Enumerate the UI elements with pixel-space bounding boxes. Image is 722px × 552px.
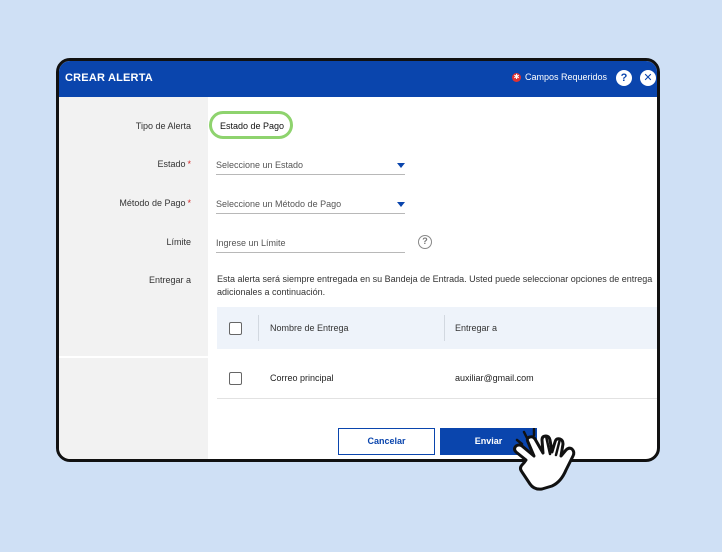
table-header: Nombre de Entrega Entregar a: [217, 307, 657, 349]
dialog-header: CREAR ALERTA ✱ Campos Requeridos ? ✕: [59, 61, 657, 97]
create-alert-dialog: CREAR ALERTA ✱ Campos Requeridos ? ✕ Tip…: [56, 58, 660, 462]
limit-input[interactable]: Ingrese un Límite: [216, 235, 405, 253]
payment-method-label-text: Método de Pago: [119, 198, 186, 208]
dialog-title: CREAR ALERTA: [65, 72, 153, 84]
close-button[interactable]: ✕: [640, 70, 656, 86]
required-mark: *: [187, 159, 191, 169]
required-mark: *: [187, 198, 191, 208]
help-button[interactable]: ?: [616, 70, 632, 86]
state-label-text: Estado: [157, 159, 186, 169]
alert-type-value: Estado de Pago: [209, 111, 293, 139]
help-circle-icon[interactable]: ?: [418, 235, 432, 249]
chevron-down-icon: [397, 202, 405, 207]
delivery-name-cell: Correo principal: [270, 373, 334, 383]
cancel-button[interactable]: Cancelar: [338, 428, 435, 455]
alert-type-label: Tipo de Alerta: [135, 121, 191, 131]
delivery-target-cell: auxiliar@gmail.com: [455, 373, 534, 383]
row-checkbox[interactable]: [229, 372, 242, 385]
payment-method-label: Método de Pago *: [119, 198, 191, 208]
column-header-name: Nombre de Entrega: [270, 323, 349, 333]
required-fields-label: Campos Requeridos: [525, 72, 608, 82]
required-fields-note: ✱ Campos Requeridos: [512, 72, 607, 82]
payment-method-select-placeholder: Seleccione un Método de Pago: [216, 199, 342, 209]
column-divider: [444, 315, 445, 341]
pointer-hand-icon: [513, 428, 576, 491]
limit-label: Límite: [166, 237, 191, 247]
payment-method-select[interactable]: Seleccione un Método de Pago: [216, 196, 405, 214]
state-select-placeholder: Seleccione un Estado: [216, 160, 304, 170]
delivery-table: Nombre de Entrega Entregar a Correo prin…: [217, 307, 657, 399]
state-label: Estado *: [157, 159, 191, 169]
required-asterisk-icon: ✱: [512, 72, 521, 82]
column-divider: [258, 315, 259, 341]
chevron-down-icon: [397, 163, 405, 168]
select-all-checkbox[interactable]: [229, 322, 242, 335]
divider: [59, 356, 208, 358]
deliver-to-label: Entregar a: [148, 275, 191, 285]
delivery-info-text: Esta alerta será siempre entregada en su…: [217, 274, 653, 297]
state-select[interactable]: Seleccione un Estado: [216, 157, 405, 175]
column-header-target: Entregar a: [455, 323, 498, 333]
